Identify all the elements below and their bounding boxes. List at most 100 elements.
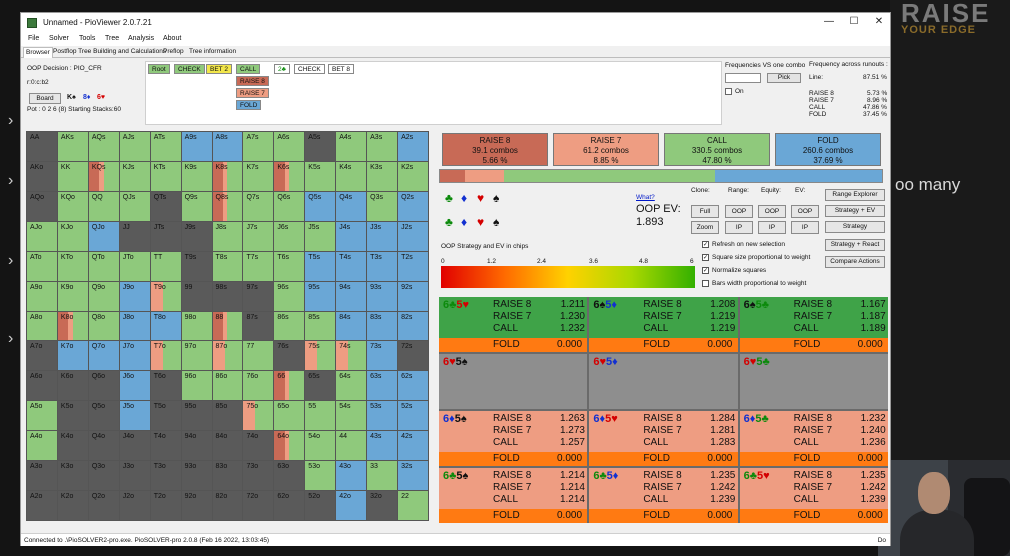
grid-cell[interactable]: T4o <box>150 431 181 461</box>
combo-box[interactable]: 6♣5♦ RAISE 8 1.235 RAISE 7 1.242 CALL 1.239 FOL… <box>589 468 738 523</box>
grid-cell[interactable]: K8o <box>57 311 88 341</box>
grid-cell[interactable]: 97o <box>181 341 212 371</box>
grid-cell[interactable]: A2s <box>398 132 428 161</box>
range-ip-button[interactable]: IP <box>725 221 753 234</box>
grid-cell[interactable]: A3s <box>367 132 398 161</box>
grid-cell[interactable]: AJs <box>119 132 150 161</box>
grid-cell[interactable]: QJs <box>119 191 150 221</box>
grid-cell[interactable]: Q3s <box>367 191 398 221</box>
grid-cell[interactable]: QQ <box>88 191 119 221</box>
grid-cell[interactable]: A2o <box>27 491 57 520</box>
grid-cell[interactable]: KQo <box>57 191 88 221</box>
combo-box[interactable]: 6♣5♥ RAISE 8 1.211 RAISE 7 1.230 CALL 1.232 FOL… <box>439 297 588 352</box>
grid-cell[interactable]: T8s <box>212 251 243 281</box>
combo-box[interactable]: 6♠5♦ RAISE 8 1.208 RAISE 7 1.219 CALL 1.219 FOL… <box>589 297 738 352</box>
grid-cell[interactable]: 66 <box>274 371 305 401</box>
combo-box[interactable]: 6♥5♦ <box>589 354 738 409</box>
grid-cell[interactable]: KJs <box>119 161 150 191</box>
grid-cell[interactable]: QTo <box>88 251 119 281</box>
grid-cell[interactable]: J7o <box>119 341 150 371</box>
grid-cell[interactable]: 96o <box>181 371 212 401</box>
menu-analysis[interactable]: Analysis <box>128 35 154 42</box>
grid-cell[interactable]: A6o <box>27 371 57 401</box>
ev-oop-button[interactable]: OOP <box>791 205 819 218</box>
grid-cell[interactable]: A3o <box>27 461 57 491</box>
grid-cell[interactable]: T2o <box>150 491 181 520</box>
grid-cell[interactable]: ATo <box>27 251 57 281</box>
grid-cell[interactable]: QTs <box>150 191 181 221</box>
grid-cell[interactable]: 73s <box>367 341 398 371</box>
grid-cell[interactable]: AQs <box>88 132 119 161</box>
grid-cell[interactable]: 43o <box>336 461 367 491</box>
grid-cell[interactable]: J6o <box>119 371 150 401</box>
grid-cell[interactable]: 32s <box>398 461 428 491</box>
grid-cell[interactable]: KJo <box>57 221 88 251</box>
grid-cell[interactable]: A8o <box>27 311 57 341</box>
grid-cell[interactable]: 87o <box>212 341 243 371</box>
grid-cell[interactable]: 63o <box>274 461 305 491</box>
action-box-call[interactable]: CALL 330.5 combos 47.80 % <box>664 133 770 166</box>
grid-cell[interactable]: J4s <box>336 221 367 251</box>
grid-cell[interactable]: K3s <box>367 161 398 191</box>
pick-button[interactable]: Pick <box>767 73 801 83</box>
tab-preflop[interactable]: Preflop <box>161 47 186 58</box>
grid-cell[interactable]: JTs <box>150 221 181 251</box>
tree-node-check[interactable]: CHECK <box>174 64 205 74</box>
grid-cell[interactable]: 88 <box>212 311 243 341</box>
grid-cell[interactable]: 52o <box>305 491 336 520</box>
diamond-icon[interactable]: ♦ <box>461 215 467 229</box>
menu-file[interactable]: File <box>28 35 39 42</box>
grid-cell[interactable]: Q4o <box>88 431 119 461</box>
menu-tree[interactable]: Tree <box>105 35 119 42</box>
grid-cell[interactable]: 44 <box>336 431 367 461</box>
combo-box[interactable]: 6♦5♠ RAISE 8 1.263 RAISE 7 1.273 CALL 1.257 FOL… <box>439 411 588 466</box>
grid-cell[interactable]: Q2s <box>398 191 428 221</box>
equity-ip-button[interactable]: IP <box>758 221 786 234</box>
grid-cell[interactable]: A5s <box>305 132 336 161</box>
grid-cell[interactable]: A4s <box>336 132 367 161</box>
grid-cell[interactable]: 94s <box>336 281 367 311</box>
tab-postflop-tree[interactable]: Postflop Tree Building and Calculations <box>51 47 168 58</box>
grid-cell[interactable]: Q2o <box>88 491 119 520</box>
refresh-checkbox[interactable]: ✓ <box>702 241 709 248</box>
grid-cell[interactable]: QJo <box>88 221 119 251</box>
grid-cell[interactable]: J2o <box>119 491 150 520</box>
grid-cell[interactable]: 73o <box>243 461 274 491</box>
grid-cell[interactable]: A9s <box>181 132 212 161</box>
normalize-checkbox[interactable]: ✓ <box>702 267 709 274</box>
grid-cell[interactable]: J8o <box>119 311 150 341</box>
what-link[interactable]: What? <box>636 194 655 201</box>
grid-cell[interactable]: A7o <box>27 341 57 371</box>
grid-cell[interactable]: KTo <box>57 251 88 281</box>
grid-cell[interactable]: JTo <box>119 251 150 281</box>
grid-cell[interactable]: 98s <box>212 281 243 311</box>
tree-node-raise8[interactable]: RAISE 8 <box>236 76 269 86</box>
combo-box[interactable]: 6♠5♣ RAISE 8 1.167 RAISE 7 1.187 CALL 1.189 FOL… <box>739 297 888 352</box>
grid-cell[interactable]: T3o <box>150 461 181 491</box>
strategy-react-button[interactable]: Strategy + React <box>825 239 885 251</box>
grid-cell[interactable]: 83s <box>367 311 398 341</box>
grid-cell[interactable]: T4s <box>336 251 367 281</box>
grid-cell[interactable]: 97s <box>243 281 274 311</box>
grid-cell[interactable]: KTs <box>150 161 181 191</box>
grid-cell[interactable]: ATs <box>150 132 181 161</box>
grid-cell[interactable]: AKo <box>27 161 57 191</box>
grid-cell[interactable]: 32o <box>367 491 398 520</box>
grid-cell[interactable]: A6s <box>274 132 305 161</box>
grid-cell[interactable]: T2s <box>398 251 428 281</box>
grid-cell[interactable]: 52s <box>398 401 428 431</box>
grid-cell[interactable]: 85s <box>305 311 336 341</box>
tab-tree-information[interactable]: Tree information <box>187 47 238 58</box>
compare-actions-button[interactable]: Compare Actions <box>825 256 885 268</box>
grid-cell[interactable]: AJo <box>27 221 57 251</box>
zoom-button[interactable]: Zoom <box>691 221 719 234</box>
grid-cell[interactable]: 82s <box>398 311 428 341</box>
grid-cell[interactable]: 76o <box>243 371 274 401</box>
grid-cell[interactable]: 22 <box>398 491 428 520</box>
grid-cell[interactable]: K2o <box>57 491 88 520</box>
grid-cell[interactable]: A8s <box>212 132 243 161</box>
spade-icon[interactable]: ♠ <box>493 215 499 229</box>
square-size-checkbox[interactable]: ✓ <box>702 254 709 261</box>
pick-combo-input[interactable] <box>725 73 761 83</box>
grid-cell[interactable]: T6s <box>274 251 305 281</box>
